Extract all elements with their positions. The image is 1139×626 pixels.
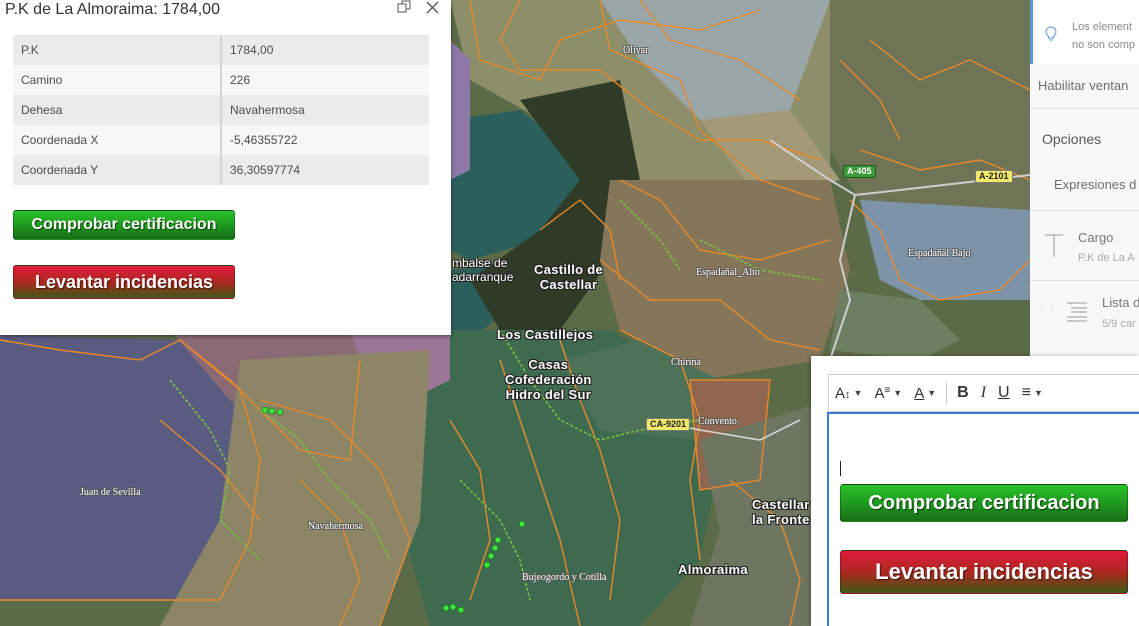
place-label-line: Castillo de xyxy=(534,262,604,277)
attr-key: Coordenada X xyxy=(13,125,222,155)
bold-icon[interactable]: B xyxy=(951,375,975,411)
divider xyxy=(1030,210,1139,211)
editor-toolbar: A↕ ▼ A≡ ▼ A ▼ B I U ≡ ▼ xyxy=(828,374,1139,412)
expressions-item[interactable]: Expresiones d xyxy=(1054,177,1136,192)
raise-incidents-button[interactable]: Levantar incidencias xyxy=(13,265,235,299)
place-label-line: la Fronte xyxy=(752,512,810,527)
table-row: Dehesa Navahermosa xyxy=(13,95,429,125)
place-label-line: Cofederación xyxy=(505,372,592,387)
place-label-line: Castellar xyxy=(752,497,810,512)
attr-value: 226 xyxy=(221,65,429,95)
text-title-icon xyxy=(1044,234,1064,263)
enable-windows-toggle-label[interactable]: Habilitar ventan xyxy=(1038,78,1128,93)
place-label: Espadañal Bajo xyxy=(908,248,971,259)
chevron-down-icon: ▼ xyxy=(927,388,937,398)
table-row: Coordenada Y 36,30597774 xyxy=(13,155,429,185)
attr-key: P.K xyxy=(13,35,222,65)
attr-value: 1784,00 xyxy=(221,35,429,65)
list-icon xyxy=(1066,299,1088,328)
font-size-icon[interactable]: A↕ ▼ xyxy=(829,375,868,411)
editor-content-area[interactable]: Comprobar certificacion Levantar inciden… xyxy=(827,412,1139,626)
divider xyxy=(1030,280,1139,281)
font-color-icon[interactable]: A ▼ xyxy=(908,375,942,411)
attr-value: Navahermosa xyxy=(221,95,429,125)
place-label: Juan de Sevilla xyxy=(80,487,141,498)
road-shield: A-405 xyxy=(843,165,876,178)
place-label: Olivar xyxy=(623,45,649,56)
table-row: Camino 226 xyxy=(13,65,429,95)
drag-handle-icon[interactable]: ⋮⋮ xyxy=(1037,304,1057,320)
place-label: mbalse de adarranque xyxy=(452,256,513,284)
italic-icon[interactable]: I xyxy=(975,375,992,411)
attr-key: Camino xyxy=(13,65,222,95)
text-style-icon[interactable]: A≡ ▼ xyxy=(868,375,908,411)
builder-side-panel: Los element no son comp Habilitar ventan… xyxy=(1030,0,1139,356)
content-item-sub: 5/9 car xyxy=(1102,318,1136,330)
underline-icon[interactable]: U xyxy=(992,375,1016,411)
table-row: P.K 1784,00 xyxy=(13,35,429,65)
content-item-title[interactable]: Cargo xyxy=(1078,230,1113,245)
place-label-line: Casas xyxy=(528,357,569,372)
align-icon[interactable]: ≡ ▼ xyxy=(1016,375,1049,411)
hint-text: Los element no son comp xyxy=(1072,18,1135,54)
content-item-sub: P.K de La A xyxy=(1078,252,1135,264)
place-label-line: Hidro del Sur xyxy=(505,387,592,402)
feature-popup: P.K de La Almoraima: 1784,00 P.K 1784,00 … xyxy=(0,0,451,335)
attr-key: Dehesa xyxy=(13,95,222,125)
table-row: Coordenada X -5,46355722 xyxy=(13,125,429,155)
raise-incidents-button[interactable]: Levantar incidencias xyxy=(840,550,1128,594)
place-label: Navahermosa xyxy=(308,521,363,532)
maximize-icon[interactable] xyxy=(397,0,411,14)
chevron-down-icon: ▼ xyxy=(1033,388,1043,398)
text-caret xyxy=(840,461,841,476)
hint-line: no son comp xyxy=(1072,39,1135,51)
lightbulb-icon xyxy=(1045,26,1057,47)
chevron-down-icon: ▼ xyxy=(893,388,903,398)
attribute-table: P.K 1784,00 Camino 226 Dehesa Navahermosa C… xyxy=(13,35,429,185)
road-shield: CA-9201 xyxy=(646,418,691,431)
place-label-line: adarranque xyxy=(452,270,514,284)
place-label: Almoraima xyxy=(678,562,748,577)
check-certification-button[interactable]: Comprobar certificacion xyxy=(13,210,235,240)
rich-text-editor: A↕ ▼ A≡ ▼ A ▼ B I U ≡ ▼ Comprobar certificac… xyxy=(811,356,1139,626)
check-certification-button[interactable]: Comprobar certificacion xyxy=(840,484,1128,522)
road-shield: A-2101 xyxy=(975,170,1013,183)
place-label: Convento xyxy=(698,416,737,427)
place-label: Castillo de Castellar xyxy=(534,262,603,292)
place-label: Casas Cofederación Hidro del Sur xyxy=(505,357,592,402)
place-label: Chirina xyxy=(671,357,701,368)
hint-box: Los element no son comp xyxy=(1030,0,1139,64)
chevron-down-icon: ▼ xyxy=(853,388,863,398)
close-icon[interactable] xyxy=(425,0,439,14)
place-label-line: mbalse de xyxy=(452,256,508,270)
hint-line: Los element xyxy=(1072,21,1132,33)
attr-key: Coordenada Y xyxy=(13,155,222,185)
options-section[interactable]: Opciones xyxy=(1042,131,1101,147)
place-label: Espadañal_Alto xyxy=(696,267,760,278)
place-label: Bujeogordo y Cotilla xyxy=(522,572,607,583)
popup-title: P.K de La Almoraima: 1784,00 xyxy=(5,1,220,18)
popup-header-actions xyxy=(397,0,439,14)
content-item-title[interactable]: Lista d xyxy=(1102,295,1139,310)
attr-value: -5,46355722 xyxy=(221,125,429,155)
place-label: Los Castillejos xyxy=(497,327,594,342)
toolbar-separator xyxy=(946,382,948,404)
place-label: Castellar la Fronte xyxy=(752,497,810,527)
divider xyxy=(1030,108,1139,109)
place-label-line: Castellar xyxy=(539,277,598,292)
attr-value: 36,30597774 xyxy=(221,155,429,185)
